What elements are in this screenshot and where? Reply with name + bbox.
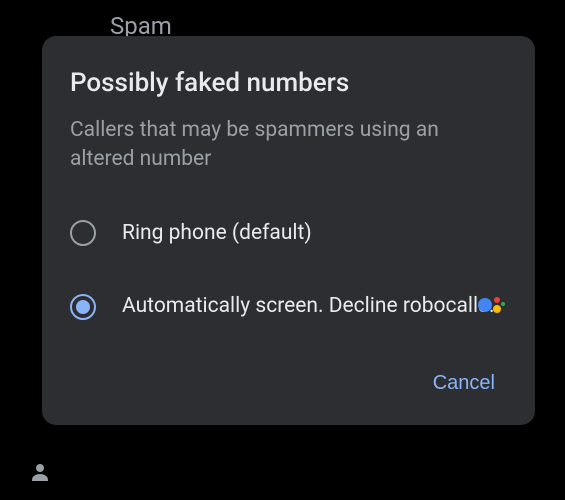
radio-option-auto-screen[interactable]: Automatically screen. Decline robocalls. <box>70 278 507 335</box>
cancel-button[interactable]: Cancel <box>421 364 507 403</box>
dialog-subtitle: Callers that may be spammers using an al… <box>70 116 507 175</box>
radio-button-selected[interactable] <box>70 294 96 320</box>
google-assistant-icon <box>475 290 505 324</box>
radio-button-unselected[interactable] <box>70 220 96 246</box>
radio-label: Ring phone (default) <box>122 219 312 248</box>
dialog-actions: Cancel <box>70 364 507 403</box>
person-icon <box>28 460 52 488</box>
radio-label: Automatically screen. Decline robocalls. <box>122 292 494 321</box>
dialog-title: Possibly faked numbers <box>70 68 507 98</box>
spam-settings-dialog: Possibly faked numbers Callers that may … <box>42 36 535 425</box>
radio-option-ring-phone[interactable]: Ring phone (default) <box>70 205 507 262</box>
